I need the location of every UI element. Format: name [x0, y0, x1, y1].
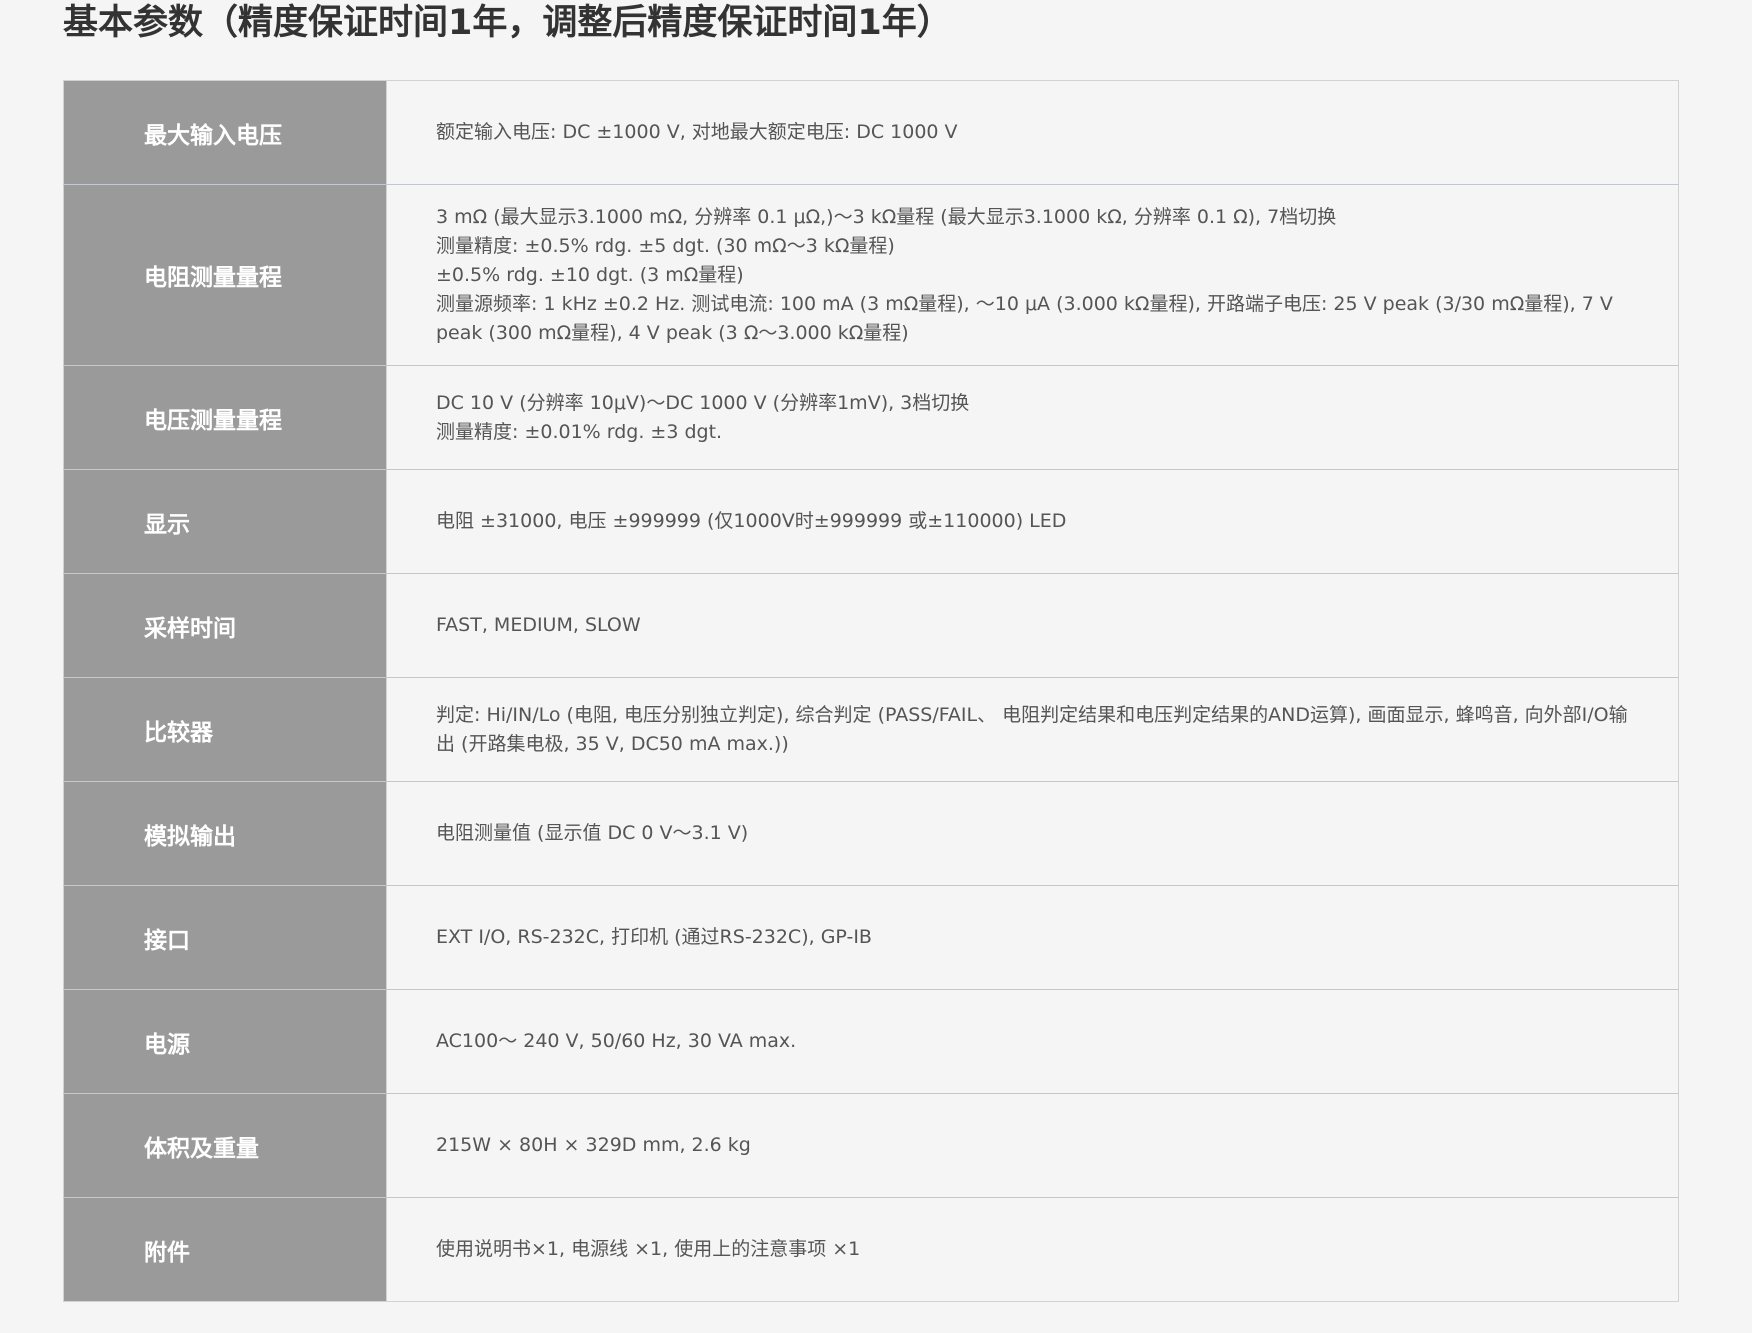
spec-value-line: 电阻测量值 (显示值 DC 0 V〜3.1 V): [436, 822, 749, 844]
spec-value-line: 测量源频率: 1 kHz ±0.2 Hz. 测试电流: 100 mA (3 mΩ…: [436, 292, 1613, 344]
spec-value-line: FAST, MEDIUM, SLOW: [436, 614, 641, 636]
spec-row-analog-output: 模拟输出 电阻测量值 (显示值 DC 0 V〜3.1 V): [63, 781, 1679, 886]
spec-row-voltage-range: 电压测量量程 DC 10 V (分辨率 10μV)〜DC 1000 V (分辨率…: [63, 365, 1679, 470]
spec-value-line: 判定: Hi/IN/Lo (电阻, 电压分别独立判定), 综合判定 (PASS/…: [436, 703, 1628, 755]
spec-value-line: 使用说明书×1, 电源线 ×1, 使用上的注意事项 ×1: [436, 1238, 861, 1260]
spec-value-line: AC100〜 240 V, 50/60 Hz, 30 VA max.: [436, 1030, 797, 1052]
spec-row-sampling-time: 采样时间 FAST, MEDIUM, SLOW: [63, 573, 1679, 678]
spec-value: 电阻 ±31000, 电压 ±999999 (仅1000V时±999999 或±…: [386, 469, 1679, 574]
spec-value: FAST, MEDIUM, SLOW: [386, 573, 1679, 678]
spec-value: DC 10 V (分辨率 10μV)〜DC 1000 V (分辨率1mV), 3…: [386, 365, 1679, 470]
page: 基本参数（精度保证时间1年，调整后精度保证时间1年） 最大输入电压 额定输入电压…: [0, 0, 1752, 1333]
spec-row-accessories: 附件 使用说明书×1, 电源线 ×1, 使用上的注意事项 ×1: [63, 1197, 1679, 1302]
spec-label: 电阻测量量程: [63, 184, 387, 366]
spec-row-display: 显示 电阻 ±31000, 电压 ±999999 (仅1000V时±999999…: [63, 469, 1679, 574]
spec-value-line: 215W × 80H × 329D mm, 2.6 kg: [436, 1134, 751, 1156]
spec-row-interface: 接口 EXT I/O, RS-232C, 打印机 (通过RS-232C), GP…: [63, 885, 1679, 990]
spec-value-line: 电阻 ±31000, 电压 ±999999 (仅1000V时±999999 或±…: [436, 510, 1067, 532]
spec-row-max-input-voltage: 最大输入电压 额定输入电压: DC ±1000 V, 对地最大额定电压: DC …: [63, 80, 1679, 185]
spec-value: 判定: Hi/IN/Lo (电阻, 电压分别独立判定), 综合判定 (PASS/…: [386, 677, 1679, 782]
spec-label: 比较器: [63, 677, 387, 782]
spec-value-line: 额定输入电压: DC ±1000 V, 对地最大额定电压: DC 1000 V: [436, 121, 958, 143]
spec-value: EXT I/O, RS-232C, 打印机 (通过RS-232C), GP-IB: [386, 885, 1679, 990]
spec-label: 显示: [63, 469, 387, 574]
spec-value: 使用说明书×1, 电源线 ×1, 使用上的注意事项 ×1: [386, 1197, 1679, 1302]
spec-value-line: DC 10 V (分辨率 10μV)〜DC 1000 V (分辨率1mV), 3…: [436, 391, 970, 414]
spec-label: 电压测量量程: [63, 365, 387, 470]
spec-value: 215W × 80H × 329D mm, 2.6 kg: [386, 1093, 1679, 1198]
spec-label: 模拟输出: [63, 781, 387, 886]
spec-row-power-supply: 电源 AC100〜 240 V, 50/60 Hz, 30 VA max.: [63, 989, 1679, 1094]
spec-label: 电源: [63, 989, 387, 1094]
spec-value-line: 3 mΩ (最大显示3.1000 mΩ, 分辨率 0.1 μΩ,)〜3 kΩ量程…: [436, 205, 1337, 228]
spec-value: 电阻测量值 (显示值 DC 0 V〜3.1 V): [386, 781, 1679, 886]
spec-value-line: ±0.5% rdg. ±10 dgt. (3 mΩ量程): [436, 263, 744, 286]
spec-label: 接口: [63, 885, 387, 990]
page-title: 基本参数（精度保证时间1年，调整后精度保证时间1年）: [63, 3, 952, 43]
spec-value: AC100〜 240 V, 50/60 Hz, 30 VA max.: [386, 989, 1679, 1094]
spec-label: 最大输入电压: [63, 80, 387, 185]
spec-value-line: EXT I/O, RS-232C, 打印机 (通过RS-232C), GP-IB: [436, 926, 872, 948]
spec-label: 采样时间: [63, 573, 387, 678]
spec-row-resistance-range: 电阻测量量程 3 mΩ (最大显示3.1000 mΩ, 分辨率 0.1 μΩ,)…: [63, 184, 1679, 366]
spec-value: 额定输入电压: DC ±1000 V, 对地最大额定电压: DC 1000 V: [386, 80, 1679, 185]
spec-value-line: 测量精度: ±0.5% rdg. ±5 dgt. (30 mΩ〜3 kΩ量程): [436, 234, 895, 257]
spec-row-comparator: 比较器 判定: Hi/IN/Lo (电阻, 电压分别独立判定), 综合判定 (P…: [63, 677, 1679, 782]
spec-label: 附件: [63, 1197, 387, 1302]
spec-value-line: 测量精度: ±0.01% rdg. ±3 dgt.: [436, 420, 723, 443]
spec-table: 最大输入电压 额定输入电压: DC ±1000 V, 对地最大额定电压: DC …: [63, 80, 1679, 1302]
spec-label: 体积及重量: [63, 1093, 387, 1198]
spec-row-dimensions-weight: 体积及重量 215W × 80H × 329D mm, 2.6 kg: [63, 1093, 1679, 1198]
spec-value: 3 mΩ (最大显示3.1000 mΩ, 分辨率 0.1 μΩ,)〜3 kΩ量程…: [386, 184, 1679, 366]
